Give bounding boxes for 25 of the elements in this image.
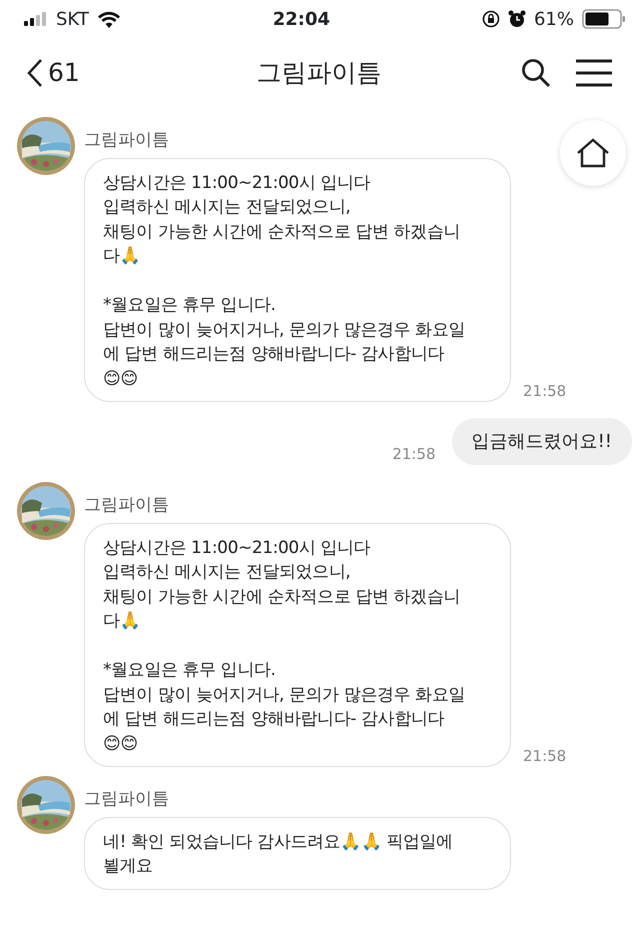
rotation-lock-icon xyxy=(482,10,500,28)
sender-name: 그림파이틈 xyxy=(84,494,170,517)
sent-message-bubble: 입금해드렸어요!! xyxy=(452,418,632,465)
message-bubble: 상담시간은 11:00~21:00시 입니다 입력하신 메시지는 전달되었으니, 채팅이 가능한 시간에 순차적으로 답변 하겠습니 다🙏 *월요일은 휴무 입니다. 답변이 많이 늦어지거나, 문의가 많은경우 화요일 에 답변 해드리는점 양해바랍니다- 감사합니다 😊😊 xyxy=(84,158,511,402)
message-time: 21:58 xyxy=(523,380,566,402)
carrier-name: SKT xyxy=(56,8,89,32)
message-bubble: 네! 확인 되었습니다 감사드려요🙏🙏 픽업일에 뵐게요 xyxy=(84,816,511,890)
sender-name: 그림파이틈 xyxy=(84,129,170,152)
message-time: 21:58 xyxy=(523,746,566,766)
sender-name: 그림파이틈 xyxy=(84,788,170,811)
home-button[interactable] xyxy=(560,120,626,186)
search-icon[interactable] xyxy=(520,57,552,89)
wifi-icon xyxy=(96,10,121,28)
battery-percent: 61% xyxy=(534,8,574,32)
battery-icon xyxy=(582,9,626,29)
chevron-left-icon xyxy=(26,58,44,88)
signal-icon xyxy=(24,12,48,26)
home-icon xyxy=(576,138,610,168)
chat-title: 그림파이틈 xyxy=(256,57,382,90)
alarm-icon xyxy=(508,10,526,28)
back-button[interactable]: 61 xyxy=(26,54,80,92)
menu-icon[interactable] xyxy=(576,59,612,87)
clock-time: 22:04 xyxy=(272,8,330,32)
message-bubble: 상담시간은 11:00~21:00시 입니다 입력하신 메시지는 전달되었으니, 채팅이 가능한 시간에 순차적으로 답변 하겠습니 다🙏 *월요일은 휴무 입니다. 답변이 많이 늦어지거나, 문의가 많은경우 화요일 에 답변 해드리는점 양해바랍니다- 감사합니다 😊😊 xyxy=(84,522,511,767)
message-time: 21:58 xyxy=(392,444,436,464)
